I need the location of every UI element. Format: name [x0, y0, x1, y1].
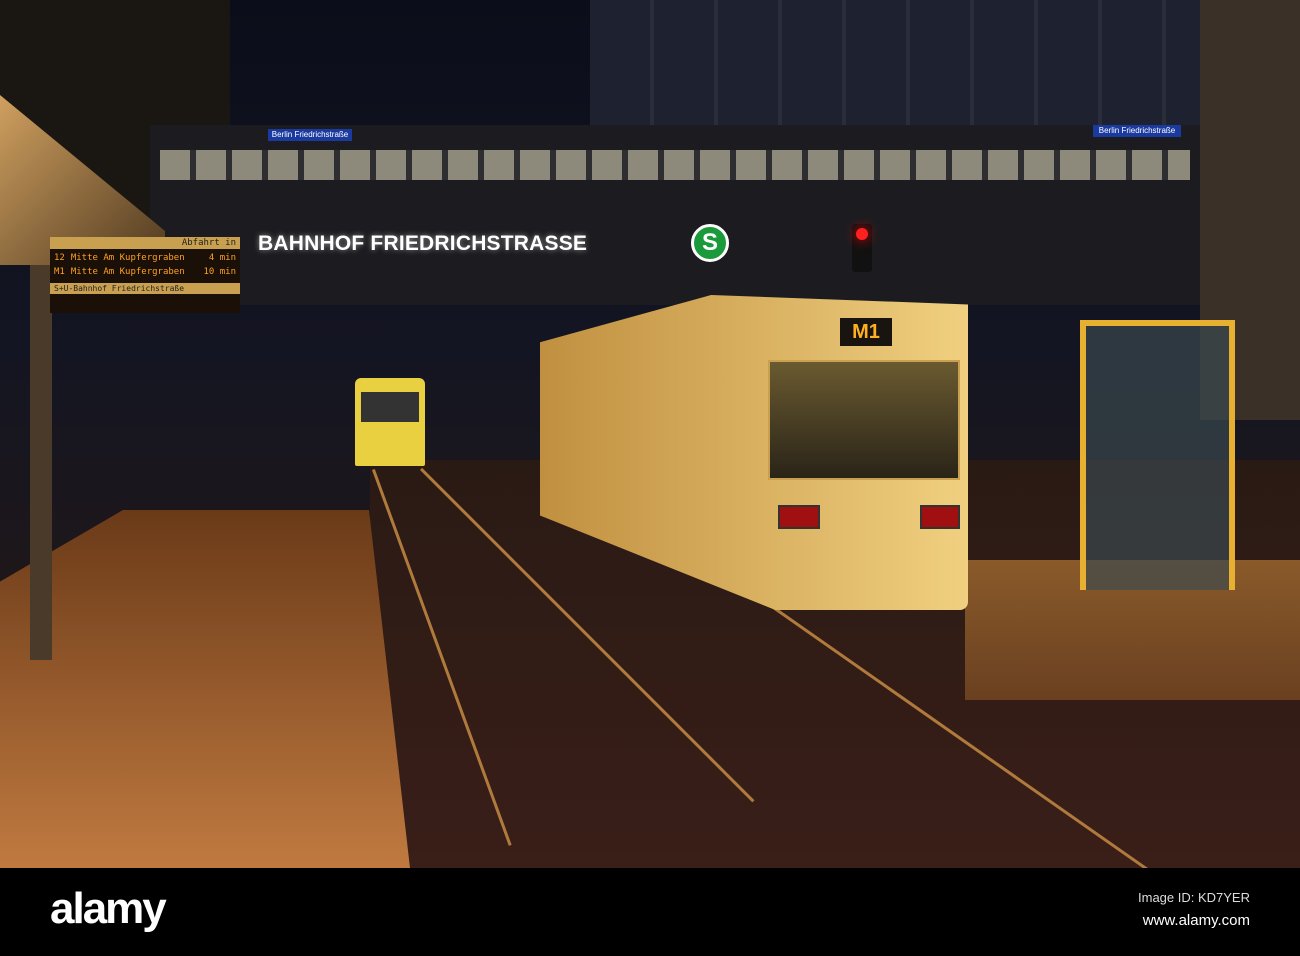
tram-light-left — [778, 505, 820, 529]
station-sign: BAHNHOF FRIEDRICHSTRASSE — [258, 232, 588, 255]
board-time: 4 min — [208, 253, 236, 263]
left-platform — [0, 510, 410, 868]
board-footer: S+U-Bahnhof Friedrichstraße — [50, 283, 240, 294]
board-destination: Mitte Am Kupfergraben — [70, 267, 185, 277]
office-building — [590, 0, 1200, 125]
watermark-bar: alamy Image ID: KD7YER www.alamy.com — [0, 868, 1300, 956]
station-windows — [160, 150, 1190, 180]
platform-sign-left: Berlin Friedrichstraße — [268, 129, 352, 141]
shelter-pole — [30, 265, 52, 660]
board-time: 10 min — [203, 267, 236, 277]
photo: Berlin Friedrichstraße Berlin Friedrichs… — [0, 0, 1300, 868]
tram-shelter — [1080, 320, 1235, 590]
board-destination: Mitte Am Kupfergraben — [70, 253, 185, 263]
departure-board: Abfahrt in 12 Mitte Am Kupfergraben 4 min … — [50, 237, 240, 313]
tram-route-display: M1 — [840, 318, 892, 346]
s-bahn-logo: S — [691, 224, 729, 262]
board-line: 12 — [54, 253, 65, 263]
far-tram — [355, 378, 425, 466]
alamy-url: www.alamy.com — [1142, 912, 1250, 929]
image-id: Image ID: KD7YER — [1138, 890, 1250, 905]
traffic-light — [852, 224, 872, 272]
tram-front-window — [768, 360, 960, 480]
board-line: M1 — [54, 267, 65, 277]
board-header: Abfahrt in — [50, 237, 240, 249]
tram-light-right — [920, 505, 960, 529]
platform-sign-right: Berlin Friedrichstraße — [1093, 125, 1181, 137]
alamy-logo: alamy — [50, 884, 167, 933]
